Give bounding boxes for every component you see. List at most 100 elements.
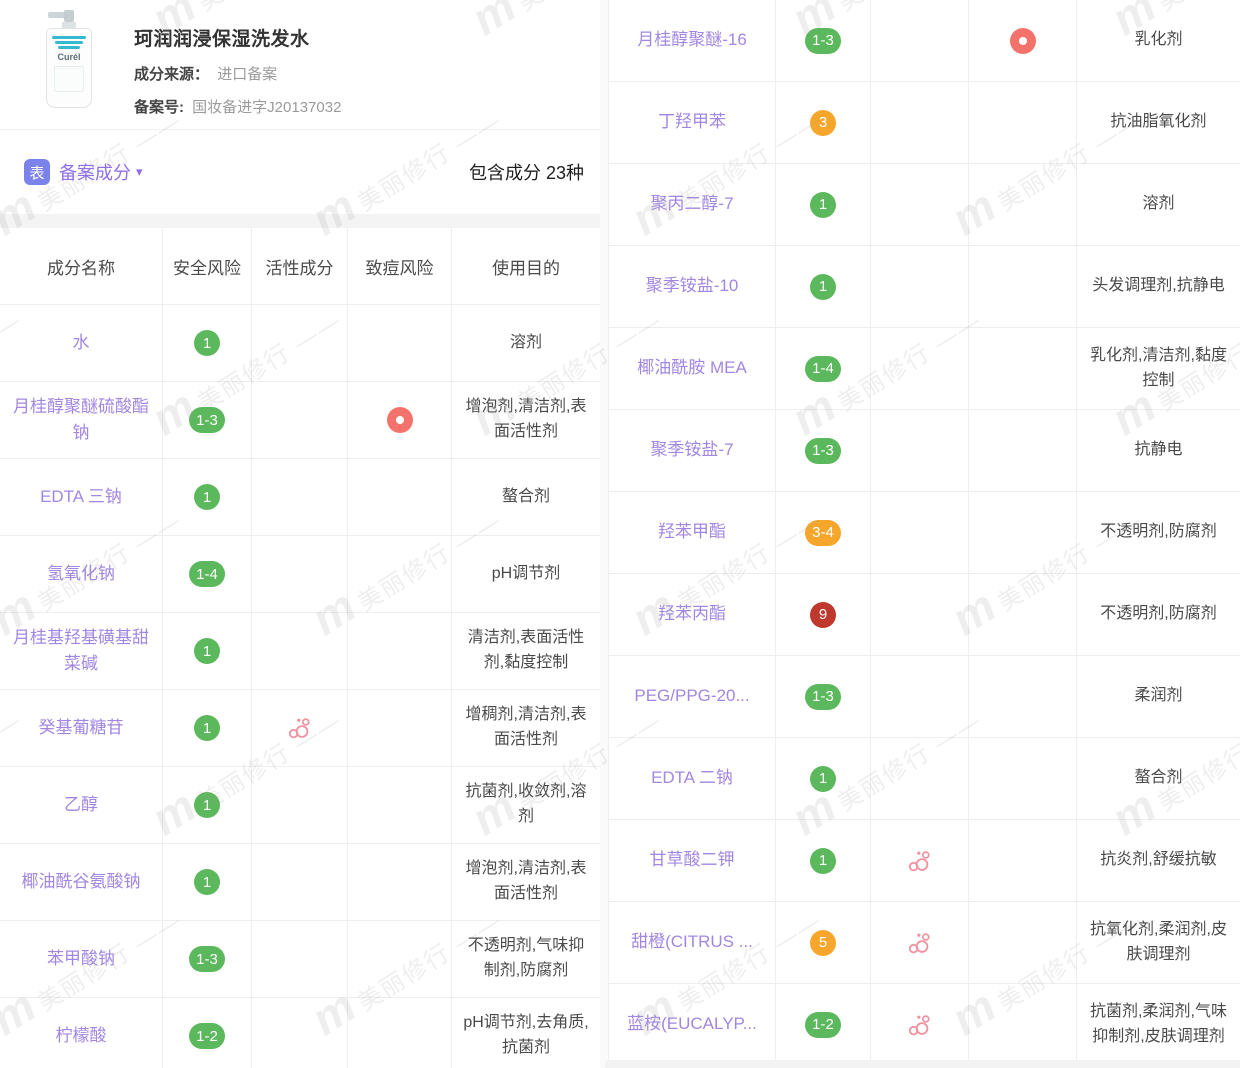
active-ingredient-cell [871,82,969,163]
safety-risk-cell: 1 [776,246,871,327]
safety-risk-cell: 1 [163,459,252,535]
ingredient-purpose: 溶剂 [452,305,600,381]
active-ingredient-cell [871,164,969,245]
ingredient-row: EDTA 三钠1 螯合剂 [0,459,600,536]
safety-risk-badge: 1-4 [189,561,225,587]
product-title: 珂润润浸保湿洗发水 [134,24,586,51]
safety-risk-cell: 1 [776,820,871,901]
acne-risk-cell [348,459,452,535]
acne-risk-cell [348,690,452,766]
ingredient-row: 氢氧化钠1-4pH调节剂 [0,536,600,613]
table-badge-icon: 表 [24,159,50,185]
ingredient-name-link[interactable]: 甘草酸二钾 [609,820,776,901]
safety-risk-badge: 1 [194,792,220,818]
dot-circle-icon [1010,28,1036,54]
ingredient-name-link[interactable]: 乙醇 [0,767,163,843]
ingredient-table-left: 成分名称安全风险活性成分致痘风险使用目的 水1溶剂月桂醇聚醚硫酸酯钠1-3增泡剂… [0,228,600,1068]
ingredient-name-link[interactable]: 月桂基羟基磺基甜菜碱 [0,613,163,689]
ingredient-name-link[interactable]: 聚季铵盐-10 [609,246,776,327]
active-ingredient-cell [871,492,969,573]
left-column: Curél 珂润润浸保湿洗发水 成分来源： 进口备案 备案号: 国妆备进字J20… [0,0,600,1068]
safety-risk-cell: 1-4 [776,328,871,409]
column-header: 安全风险 [163,228,252,304]
ingredient-name-link[interactable]: 氢氧化钠 [0,536,163,612]
ingredient-name-link[interactable]: EDTA 二钠 [609,738,776,819]
active-ingredient-cell [871,574,969,655]
safety-risk-cell: 3 [776,82,871,163]
registration-value: 国妆备进字J20137032 [192,99,341,116]
ingredient-name-link[interactable]: 柠檬酸 [0,998,163,1068]
ingredient-name-link[interactable]: 甜橙(CITRUS ... [609,902,776,983]
ingredient-name-link[interactable]: 丁羟甲苯 [609,82,776,163]
safety-risk-badge: 1 [194,330,220,356]
column-header: 使用目的 [452,228,600,304]
active-ingredient-cell [252,767,348,843]
ingredient-name-link[interactable]: 月桂醇聚醚硫酸酯钠 [0,382,163,458]
acne-risk-cell [969,82,1077,163]
section-title-dropdown[interactable]: 备案成分 [59,159,131,185]
ingredient-name-link[interactable]: 椰油酰谷氨酸钠 [0,844,163,920]
ingredient-row: 甜橙(CITRUS ...5抗氧化剂,柔润剂,皮肤调理剂 [609,902,1240,984]
safety-risk-cell: 1-4 [163,536,252,612]
safety-risk-cell: 1 [163,690,252,766]
ingredient-name-link[interactable]: 苯甲酸钠 [0,921,163,997]
safety-risk-badge: 1 [194,715,220,741]
ingredient-name-link[interactable]: 蓝桉(EUCALYP... [609,984,776,1060]
ingredient-purpose: 乳化剂,清洁剂,黏度控制 [1077,328,1240,409]
active-ingredient-cell [871,410,969,491]
safety-risk-badge: 1 [810,192,836,218]
section-divider [0,214,600,228]
active-ingredient-cell [871,656,969,737]
ingredient-purpose: 溶剂 [1077,164,1240,245]
ingredient-name-link[interactable]: 月桂醇聚醚-16 [609,0,776,81]
dot-circle-icon [387,407,413,433]
product-card: Curél 珂润润浸保湿洗发水 成分来源： 进口备案 备案号: 国妆备进字J20… [0,0,600,130]
acne-risk-cell [969,656,1077,737]
active-ingredient-cell [252,690,348,766]
acne-risk-cell [348,998,452,1068]
ingredient-row: 羟苯丙酯9不透明剂,防腐剂 [609,574,1240,656]
safety-risk-cell: 1-2 [776,984,871,1060]
safety-risk-cell: 1 [163,844,252,920]
ingredient-name-link[interactable]: PEG/PPG-20... [609,656,776,737]
active-ingredient-cell [252,844,348,920]
acne-risk-cell [348,767,452,843]
active-ingredient-cell [871,0,969,81]
ingredient-name-link[interactable]: 水 [0,305,163,381]
ingredient-row: 月桂基羟基磺基甜菜碱1清洁剂,表面活性剂,黏度控制 [0,613,600,690]
column-header: 成分名称 [0,228,163,304]
ingredient-purpose: 柔润剂 [1077,656,1240,737]
safety-risk-cell: 1-3 [163,382,252,458]
ingredient-purpose: 抗菌剂,收敛剂,溶剂 [452,767,600,843]
ingredient-row: 聚季铵盐-71-3抗静电 [609,410,1240,492]
bottle-brand-text: Curél [47,52,91,62]
acne-risk-cell [969,328,1077,409]
ingredient-row: 水 1 溶剂 [0,305,600,382]
ingredient-purpose: 增泡剂,清洁剂,表面活性剂 [452,382,600,458]
ingredient-purpose: 不透明剂,防腐剂 [1077,574,1240,655]
ingredient-purpose: 乳化剂 [1077,0,1240,81]
active-ingredient-cell [871,328,969,409]
ingredient-row: 椰油酰胺 MEA1-4 乳化剂,清洁剂,黏度控制 [609,328,1240,410]
ingredient-purpose: 螯合剂 [452,459,600,535]
ingredient-row: 丁羟甲苯3抗油脂氧化剂 [609,82,1240,164]
ingredient-name-link[interactable]: EDTA 三钠 [0,459,163,535]
ingredient-name-link[interactable]: 椰油酰胺 MEA [609,328,776,409]
ingredient-name-link[interactable]: 聚丙二醇-7 [609,164,776,245]
acne-risk-cell [969,820,1077,901]
active-ingredient-cell [871,738,969,819]
acne-risk-cell [969,246,1077,327]
ingredient-name-link[interactable]: 癸基葡糖苷 [0,690,163,766]
ingredient-analysis-page: Curél 珂润润浸保湿洗发水 成分来源： 进口备案 备案号: 国妆备进字J20… [0,0,1240,1068]
ingredient-name-link[interactable]: 羟苯丙酯 [609,574,776,655]
active-ingredient-cell [252,459,348,535]
acne-risk-cell [969,164,1077,245]
ingredient-purpose: pH调节剂,去角质,抗菌剂 [452,998,600,1068]
ingredient-name-link[interactable]: 羟苯甲酯 [609,492,776,573]
safety-risk-cell: 1 [776,738,871,819]
safety-risk-cell: 1-2 [163,998,252,1068]
ingredient-name-link[interactable]: 聚季铵盐-7 [609,410,776,491]
section-header: 表 备案成分 ▾ 包含成分 23种 [0,130,600,214]
chevron-down-icon[interactable]: ▾ [136,164,143,180]
acne-risk-cell [969,902,1077,983]
